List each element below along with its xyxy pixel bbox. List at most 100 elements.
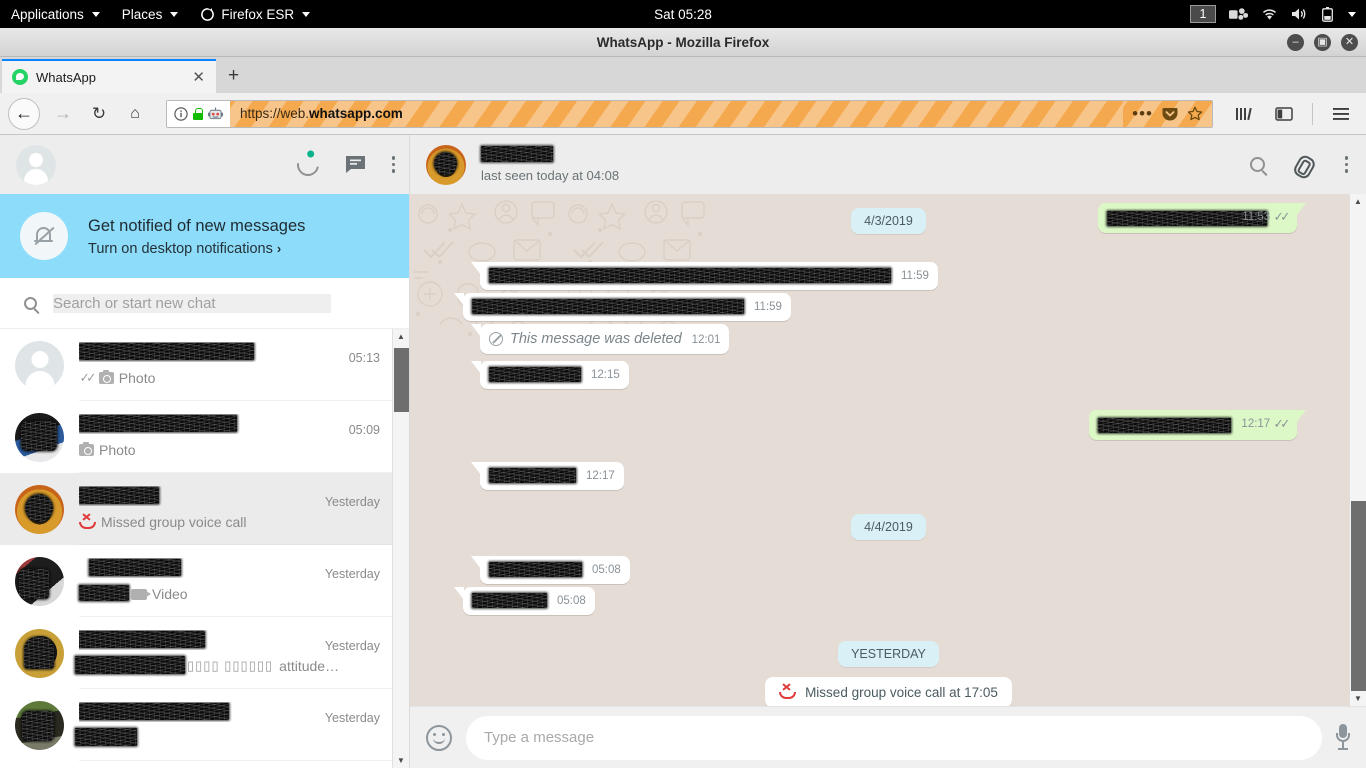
message-bubble-incoming[interactable]: 12:17 (471, 462, 624, 490)
wifi-icon[interactable] (1261, 7, 1278, 21)
address-bar[interactable]: https://web. whatsapp.com ••• (166, 99, 1213, 128)
page-actions-icon[interactable]: ••• (1132, 105, 1153, 122)
chat-list-item-active[interactable]: Yesterday Missed group voice call (0, 473, 392, 545)
chat-list-item[interactable]: Yesterday Video (0, 545, 392, 617)
contact-info: last seen today at 04:08 (481, 146, 619, 183)
message-time: 12:17 (586, 470, 615, 482)
chat-list-item[interactable]: 05:13 ✓✓ Photo (0, 329, 392, 401)
status-icon[interactable] (292, 149, 323, 180)
search-box[interactable]: Search or start new chat (12, 285, 397, 321)
contact-name (481, 146, 619, 165)
tab-whatsapp[interactable]: WhatsApp ✕ (2, 59, 216, 93)
chat-timestamp: Yesterday (324, 711, 380, 725)
profile-avatar[interactable] (16, 144, 56, 185)
scroll-up-icon[interactable]: ▲ (393, 329, 410, 344)
avatar (15, 556, 64, 606)
sidebar-icon[interactable] (1267, 99, 1301, 129)
chat-preview: Photo (79, 441, 380, 459)
battery-icon[interactable] (1322, 6, 1333, 22)
message-bubble-incoming[interactable]: 11:59 (454, 293, 791, 321)
minimize-button[interactable]: – (1287, 34, 1304, 51)
chat-list-item[interactable]: Yesterday (0, 689, 392, 761)
library-icon[interactable] (1227, 99, 1261, 129)
message-bubble-incoming[interactable]: 05:08 (471, 556, 630, 584)
message-time: 12:01 (691, 334, 721, 346)
chat-preview: ▯▯▯▯ ▯▯▯▯▯▯ attitude… (75, 656, 380, 675)
message-bubble-incoming[interactable]: 11:59 (471, 262, 938, 290)
avatar (15, 340, 64, 390)
message-time: 11:59 (754, 301, 782, 313)
menu-icon[interactable] (1344, 156, 1348, 173)
close-button[interactable]: ✕ (1341, 34, 1358, 51)
tab-close-icon[interactable]: ✕ (189, 68, 208, 86)
menu-places[interactable]: Places (111, 0, 190, 28)
message-area: 4/3/2019 11:53 ✓✓ 11:59 11:59 This messa… (410, 194, 1366, 706)
message-row: 12:17 (471, 462, 1297, 490)
message-bubble-incoming[interactable]: 12:15 (471, 361, 629, 389)
home-button[interactable]: ⌂ (118, 99, 152, 129)
system-tray: 1 (1190, 0, 1366, 28)
url-prefix: https://web. (240, 106, 310, 121)
attach-icon[interactable] (1293, 153, 1316, 177)
smiley-icon[interactable] (426, 724, 452, 751)
volume-icon[interactable] (1291, 7, 1309, 21)
message-bubble-outgoing[interactable]: 12:17 ✓✓ (1089, 410, 1306, 440)
workspace-indicator[interactable]: 1 (1190, 5, 1216, 23)
camera-icon (98, 370, 114, 384)
contact-avatar[interactable] (426, 144, 466, 185)
pocket-icon[interactable] (1162, 106, 1178, 122)
system-menu-caret-icon[interactable] (1348, 11, 1356, 17)
message-input[interactable]: Type a message (466, 715, 1322, 760)
lock-icon[interactable] (193, 107, 203, 120)
screencast-icon[interactable] (1229, 7, 1248, 21)
message-meta: 12:17 ✓✓ (1241, 416, 1290, 433)
robot-icon[interactable] (208, 107, 223, 121)
message-time: 11:59 (901, 270, 929, 282)
menu-applications[interactable]: Applications (0, 0, 111, 28)
missed-call-notice[interactable]: Missed group voice call at 17:05 (765, 677, 1012, 706)
message-bubble-incoming[interactable]: 05:08 (454, 587, 595, 615)
message-time: 12:15 (591, 369, 620, 381)
search-icon[interactable] (1249, 157, 1265, 172)
url-text[interactable]: https://web. whatsapp.com (230, 100, 1124, 127)
scroll-up-icon[interactable]: ▲ (1350, 194, 1366, 209)
avatar (15, 628, 64, 678)
tab-strip: WhatsApp ✕ + (0, 57, 1366, 93)
forward-button[interactable]: → (46, 99, 80, 129)
search-input[interactable]: Search or start new chat (53, 293, 331, 313)
bookmark-star-icon[interactable] (1187, 106, 1203, 122)
new-tab-button[interactable]: + (216, 59, 251, 93)
reload-button[interactable]: ↻ (82, 99, 116, 129)
notification-banner[interactable]: Get notified of new messages Turn on des… (0, 194, 409, 278)
message-text (489, 562, 582, 577)
message-meta: 05:08 (592, 564, 621, 577)
chat-list-item[interactable]: Yesterday ▯▯▯▯ ▯▯▯▯▯▯ attitude… (0, 617, 392, 689)
identity-block[interactable] (167, 100, 230, 127)
firefox-icon (201, 7, 215, 21)
sidebar-scrollbar[interactable]: ▲ ▼ (392, 329, 409, 768)
notification-link[interactable]: Turn on desktop notifications › (88, 241, 305, 257)
message-bubble-deleted[interactable]: This message was deleted 12:01 (470, 324, 730, 354)
new-chat-icon[interactable] (345, 155, 366, 174)
message-text (489, 268, 891, 283)
conversation-header[interactable]: last seen today at 04:08 (410, 135, 1366, 194)
menu-firefox-esr[interactable]: Firefox ESR (189, 0, 321, 28)
info-icon[interactable] (174, 106, 188, 121)
scrollbar-track[interactable] (393, 344, 410, 753)
back-button[interactable]: ← (8, 97, 40, 130)
chat-list-item[interactable]: 05:09 Photo (0, 401, 392, 473)
scroll-down-icon[interactable]: ▼ (393, 753, 410, 768)
microphone-icon[interactable] (1336, 723, 1350, 752)
scroll-down-icon[interactable]: ▼ (1350, 691, 1366, 706)
scrollbar-track[interactable] (1350, 209, 1366, 691)
redaction-bar (481, 146, 553, 162)
read-receipt-icon: ✓✓ (1273, 209, 1290, 224)
scrollbar-thumb[interactable] (1350, 501, 1366, 691)
maximize-button[interactable]: ▣ (1314, 34, 1331, 51)
menu-icon[interactable] (391, 156, 395, 173)
conversation-scrollbar[interactable]: ▲ ▼ (1349, 194, 1366, 706)
scrollbar-thumb[interactable] (393, 348, 409, 412)
sidebar-header (0, 135, 409, 194)
hamburger-menu-icon[interactable] (1324, 99, 1358, 129)
message-bubble-outgoing[interactable]: 11:53 ✓✓ (1098, 203, 1306, 233)
